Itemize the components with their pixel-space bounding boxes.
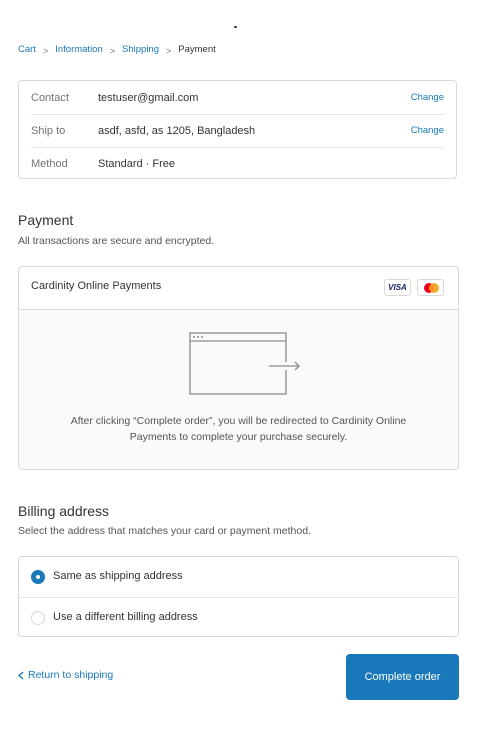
loading-dot [234, 26, 237, 28]
chevron-right-icon: > [42, 45, 49, 56]
gateway-header[interactable]: Cardinity Online Payments VISA [19, 267, 458, 310]
breadcrumb-cart[interactable]: Cart [18, 44, 36, 55]
billing-option-label: Use a different billing address [53, 611, 198, 623]
method-label: Method [31, 157, 68, 170]
gateway-body: After clicking “Complete order”, you wil… [19, 310, 458, 469]
chevron-left-icon [18, 671, 24, 679]
ship-to-label: Ship to [31, 124, 66, 137]
order-review-box: Contact testuser@gmail.com Change Ship t… [18, 80, 457, 179]
payment-gateway-box: Cardinity Online Payments VISA After cli… [18, 266, 459, 470]
billing-title: Billing address [18, 503, 110, 519]
payment-title: Payment [18, 212, 74, 228]
review-row-ship-to: Ship to asdf, asfd, as 1205, Bangladesh … [19, 114, 456, 147]
review-row-method: Method Standard · Free [19, 147, 456, 180]
breadcrumb: Cart > Information > Shipping > Payment [18, 44, 216, 56]
breadcrumb-information[interactable]: Information [55, 44, 103, 55]
change-contact-link[interactable]: Change [411, 92, 444, 103]
payment-subtitle: All transactions are secure and encrypte… [18, 235, 215, 247]
return-to-shipping-link[interactable]: Return to shipping [18, 669, 113, 681]
contact-label: Contact [31, 91, 69, 104]
change-ship-to-link[interactable]: Change [411, 125, 444, 136]
ship-to-value: asdf, asfd, as 1205, Bangladesh [98, 124, 256, 137]
redirect-message: After clicking “Complete order”, you wil… [70, 415, 407, 443]
gateway-name: Cardinity Online Payments [31, 280, 162, 292]
offsite-redirect-icon [189, 332, 300, 395]
billing-address-options: Same as shipping address Use a different… [18, 556, 459, 637]
review-row-contact: Contact testuser@gmail.com Change [19, 81, 456, 114]
complete-order-button[interactable]: Complete order [346, 654, 459, 700]
billing-subtitle: Select the address that matches your car… [18, 525, 311, 537]
visa-icon: VISA [384, 279, 411, 296]
radio-selected[interactable] [31, 570, 45, 584]
visa-label: VISA [388, 283, 407, 292]
billing-option-same[interactable]: Same as shipping address [19, 557, 458, 597]
billing-option-different[interactable]: Use a different billing address [19, 598, 458, 638]
method-value: Standard · Free [98, 157, 176, 170]
breadcrumb-payment: Payment [178, 44, 216, 55]
billing-option-label: Same as shipping address [53, 570, 183, 582]
mastercard-icon [417, 279, 444, 296]
mastercard-yellow-circle [429, 283, 439, 293]
breadcrumb-shipping[interactable]: Shipping [122, 44, 159, 55]
chevron-right-icon: > [109, 45, 116, 56]
chevron-right-icon: > [166, 45, 172, 56]
return-to-shipping-label: Return to shipping [28, 669, 114, 681]
radio-unselected[interactable] [31, 611, 45, 625]
contact-value: testuser@gmail.com [98, 91, 199, 104]
